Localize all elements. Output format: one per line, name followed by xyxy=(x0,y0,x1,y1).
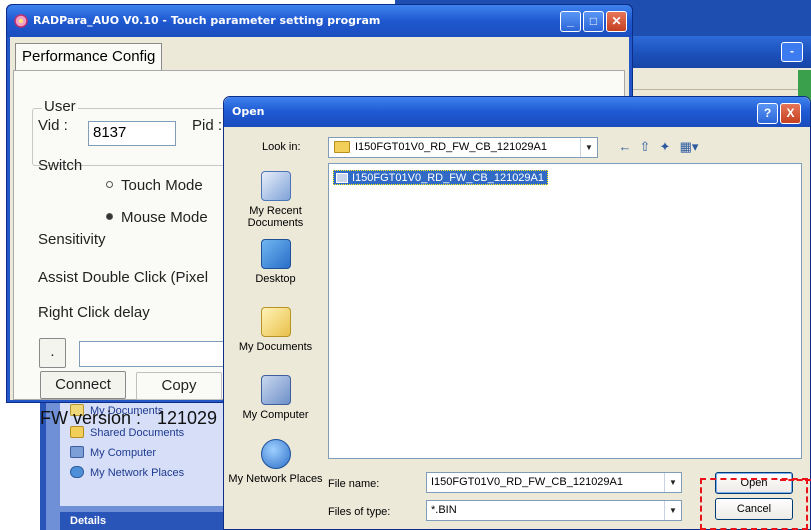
file-name-input[interactable]: I150FGT01V0_RD_FW_CB_121029A1 ▼ xyxy=(426,472,682,493)
highlight-annotation-line xyxy=(780,479,811,481)
place-label: Desktop xyxy=(255,273,296,285)
file-item-label: I150FGT01V0_RD_FW_CB_121029A1 xyxy=(352,172,544,184)
fw-version-value: 121029 xyxy=(157,408,218,428)
user-group-label: User xyxy=(42,98,78,115)
file-list[interactable]: I150FGT01V0_RD_FW_CB_121029A1 xyxy=(328,163,802,459)
chevron-down-icon[interactable]: ▼ xyxy=(580,138,597,157)
place-my-network-places[interactable]: My Network Places xyxy=(228,439,323,485)
desktop-icon xyxy=(260,239,291,269)
network-globe-icon xyxy=(70,466,84,478)
background-minimize-button[interactable]: - xyxy=(781,42,803,62)
highlight-annotation-box xyxy=(700,478,808,530)
task-item-my-computer[interactable]: My Computer xyxy=(70,446,156,462)
task-item-label: My Network Places xyxy=(90,467,185,479)
place-label: My Documents xyxy=(238,341,313,353)
details-header[interactable]: Details xyxy=(60,512,230,530)
connect-button[interactable]: Connect xyxy=(40,371,126,399)
sensitivity-label: Sensitivity xyxy=(38,231,106,248)
my-documents-folder-icon xyxy=(260,307,291,337)
network-places-icon xyxy=(260,439,291,469)
small-button[interactable]: . xyxy=(39,338,66,368)
place-my-computer[interactable]: My Computer xyxy=(228,375,323,421)
window-title: RADPara_AUO V0.10 - Touch parameter sett… xyxy=(33,14,381,27)
place-label: My Network Places xyxy=(228,473,323,485)
pid-label: Pid : xyxy=(192,117,223,134)
radio-selected-icon xyxy=(106,213,113,220)
maximize-button[interactable]: □ xyxy=(583,11,604,32)
app-gear-icon xyxy=(14,14,28,28)
back-arrow-icon[interactable]: ← xyxy=(616,138,634,156)
minimize-button[interactable]: _ xyxy=(560,11,581,32)
open-dialog-titlebar[interactable]: Open ? X xyxy=(224,97,810,127)
file-list-item[interactable]: I150FGT01V0_RD_FW_CB_121029A1 xyxy=(333,170,548,185)
folder-icon xyxy=(334,141,350,153)
place-label: My Recent Documents xyxy=(247,205,304,229)
view-menu-icon[interactable]: ▦▾ xyxy=(676,138,702,156)
assist-double-click-label: Assist Double Click (Pixel xyxy=(38,269,209,286)
up-folder-icon[interactable]: ⇧ xyxy=(636,138,654,156)
new-folder-icon[interactable]: ✦ xyxy=(656,138,674,156)
vid-field[interactable]: 8137 xyxy=(88,121,176,146)
file-name-value: I150FGT01V0_RD_FW_CB_121029A1 xyxy=(431,476,623,488)
computer-icon xyxy=(70,446,84,458)
task-item-my-network-places[interactable]: My Network Places xyxy=(70,466,184,482)
path-field[interactable] xyxy=(79,341,239,367)
mouse-mode-label: Mouse Mode xyxy=(121,209,208,226)
copy-button[interactable]: Copy xyxy=(136,372,222,400)
files-of-type-label: Files of type: xyxy=(328,506,391,518)
place-desktop[interactable]: Desktop xyxy=(228,239,323,285)
close-button[interactable]: ✕ xyxy=(606,11,627,32)
files-of-type-select[interactable]: *.BIN ▼ xyxy=(426,500,682,521)
place-my-documents[interactable]: My Documents xyxy=(228,307,323,353)
help-button[interactable]: ? xyxy=(757,103,778,124)
fw-version-label: FW version : xyxy=(40,408,142,428)
place-my-recent-documents[interactable]: My Recent Documents xyxy=(228,171,323,229)
radpara-titlebar[interactable]: RADPara_AUO V0.10 - Touch parameter sett… xyxy=(7,5,632,37)
file-name-label: File name: xyxy=(328,478,380,490)
tab-performance-config[interactable]: Performance Config xyxy=(15,43,163,71)
places-bar: My Recent Documents Desktop My Documents… xyxy=(228,163,323,529)
recent-documents-icon xyxy=(260,171,291,201)
look-in-label: Look in: xyxy=(262,141,301,153)
radio-unselected-icon xyxy=(106,181,113,188)
mouse-mode-radio[interactable]: Mouse Mode xyxy=(106,209,208,226)
switch-label: Switch xyxy=(38,157,83,174)
my-computer-icon xyxy=(260,375,291,405)
right-click-delay-label: Right Click delay xyxy=(38,304,150,321)
look-in-combo[interactable]: I150FGT01V0_RD_FW_CB_121029A1 ▼ xyxy=(328,137,598,158)
bin-file-icon xyxy=(336,173,348,183)
chevron-down-icon[interactable]: ▼ xyxy=(664,501,681,520)
task-item-label: My Computer xyxy=(90,447,157,459)
touch-mode-radio[interactable]: Touch Mode xyxy=(106,177,203,194)
chevron-down-icon[interactable]: ▼ xyxy=(664,473,681,492)
dialog-title: Open xyxy=(232,105,265,118)
touch-mode-label: Touch Mode xyxy=(121,177,203,194)
place-label: My Computer xyxy=(242,409,309,421)
files-of-type-value: *.BIN xyxy=(431,504,457,516)
dialog-close-button[interactable]: X xyxy=(780,103,801,124)
vid-label: Vid : xyxy=(38,117,68,134)
look-in-value: I150FGT01V0_RD_FW_CB_121029A1 xyxy=(355,141,547,153)
open-dialog: Open ? X Look in: I150FGT01V0_RD_FW_CB_1… xyxy=(223,96,811,530)
